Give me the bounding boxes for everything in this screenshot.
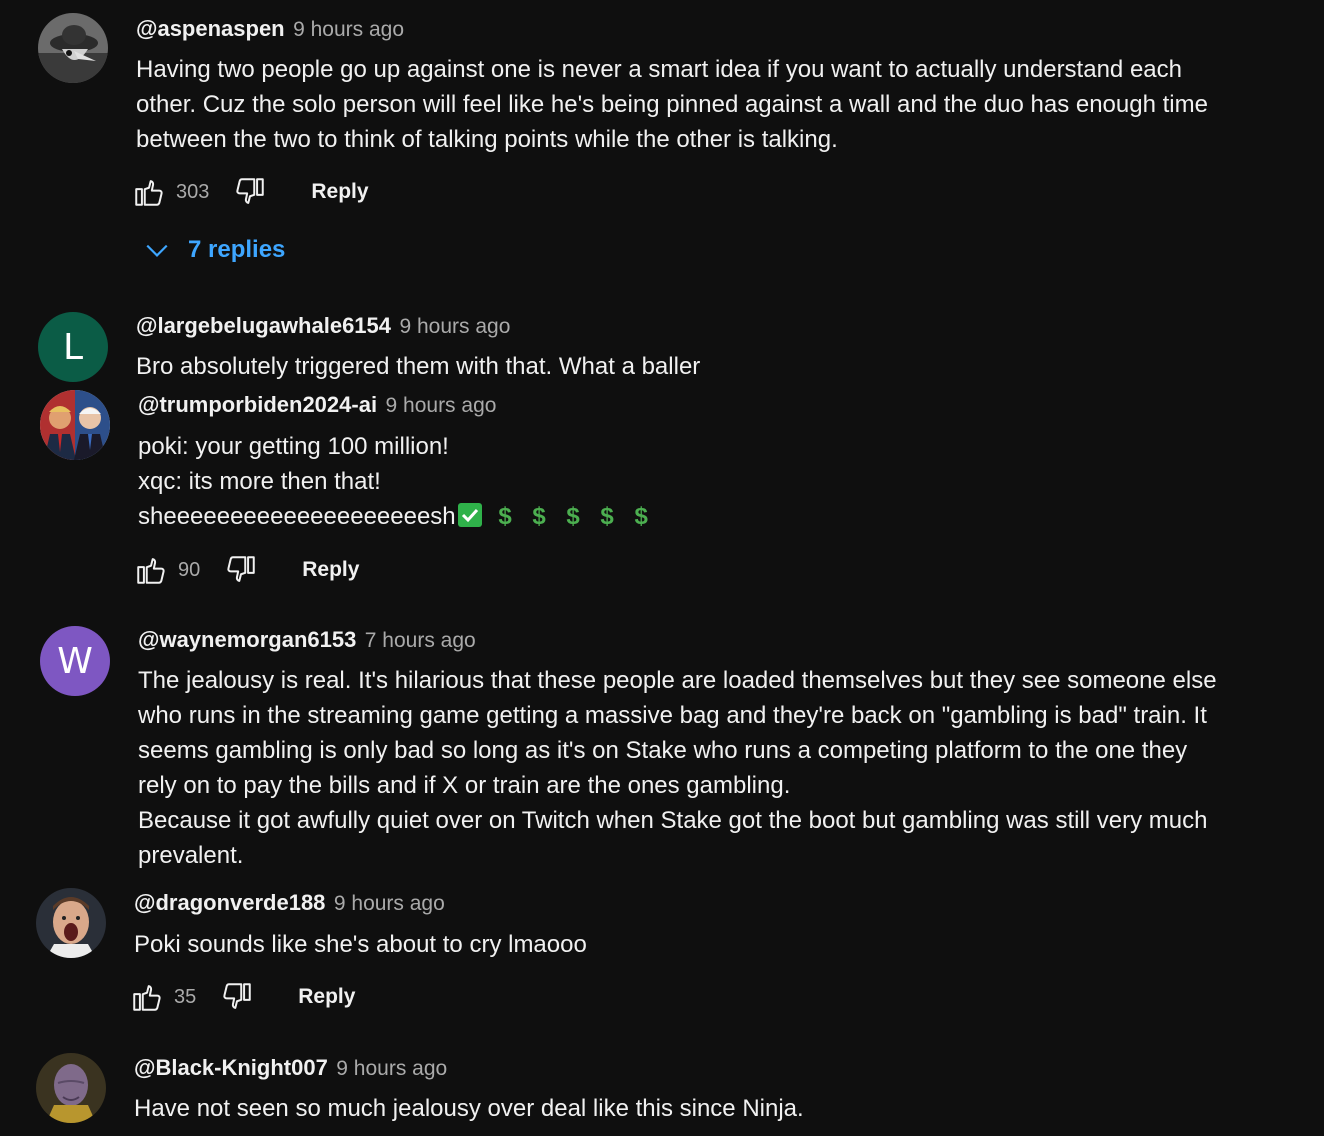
comment-line: xqc: its more then that!: [138, 468, 381, 495]
comment-timestamp[interactable]: 7 hours ago: [365, 629, 476, 652]
comment-timestamp[interactable]: 9 hours ago: [399, 315, 510, 338]
dollar-sign-emoji: $: [600, 503, 614, 530]
comment-text: Poki sounds like she's about to cry lmao…: [134, 927, 587, 962]
dollar-sign-emoji: $: [498, 503, 512, 530]
thumbs-up-icon: [137, 558, 165, 584]
dislike-button[interactable]: [220, 980, 254, 1014]
like-count: 303: [176, 180, 210, 203]
avatar-letter: W: [57, 640, 93, 682]
two-politicians-avatar-icon: [40, 390, 110, 460]
like-button[interactable]: [134, 553, 168, 587]
comment-timestamp[interactable]: 9 hours ago: [386, 394, 497, 417]
reply-button[interactable]: Reply: [298, 985, 355, 1009]
chevron-down-icon: [146, 244, 168, 257]
comment-actions: 90 Reply: [134, 550, 359, 590]
comment-text: The jealousy is real. It's hilarious tha…: [138, 663, 1217, 873]
comment-timestamp[interactable]: 9 hours ago: [336, 1057, 447, 1080]
shouting-man-avatar-icon: [36, 888, 106, 958]
comment-author[interactable]: @Black-Knight007: [134, 1055, 328, 1080]
comment-author[interactable]: @dragonverde188: [134, 890, 325, 915]
comment-line: Have not seen so much jealousy over deal…: [134, 1095, 804, 1122]
like-button[interactable]: [132, 175, 166, 209]
view-replies-button[interactable]: 7 replies: [144, 236, 285, 264]
comment-line: Bro absolutely triggered them with that.…: [136, 353, 701, 380]
thumbs-down-icon: [236, 178, 265, 204]
avatar[interactable]: [38, 13, 108, 83]
reply-button[interactable]: Reply: [302, 558, 359, 582]
comment-text: Have not seen so much jealousy over deal…: [134, 1091, 804, 1126]
masked-figure-avatar-icon: [38, 13, 108, 83]
avatar[interactable]: [40, 390, 110, 460]
comment-author[interactable]: @largebelugawhale6154: [136, 313, 391, 338]
comment-author[interactable]: @trumporbiden2024-ai: [138, 392, 377, 417]
dollar-sign-emoji: $: [532, 503, 546, 530]
comment-line: prevalent.: [138, 842, 244, 869]
comment-timestamp[interactable]: 9 hours ago: [293, 18, 404, 41]
comment-line: poki: your getting 100 million!: [138, 433, 449, 460]
dislike-button[interactable]: [224, 553, 258, 587]
dislike-button[interactable]: [233, 175, 267, 209]
comment-line: between the two to think of talking poin…: [136, 126, 838, 153]
comment-line: sheeeeeeeeeeeeeeeeeeeesh $ $ $ $ $: [138, 499, 648, 534]
comment-line: Because it got awfully quiet over on Twi…: [138, 807, 1208, 834]
replies-count-label: 7 replies: [188, 236, 286, 263]
comment-text: Having two people go up against one is n…: [136, 52, 1208, 157]
comment-text: poki: your getting 100 million! xqc: its…: [138, 429, 648, 534]
avatar[interactable]: [36, 1053, 106, 1123]
comment-line-text: sheeeeeeeeeeeeeeeeeeeesh: [138, 503, 456, 530]
reply-button[interactable]: Reply: [311, 180, 368, 204]
like-count: 35: [174, 985, 197, 1008]
thumbs-down-icon: [223, 983, 251, 1009]
comment-actions: 303 Reply: [132, 172, 369, 212]
comment-actions: 35 Reply: [130, 977, 355, 1017]
thumbs-up-icon: [133, 985, 161, 1011]
comment-line: rely on to pay the bills and if X or tra…: [138, 772, 791, 799]
avatar[interactable]: [36, 888, 106, 958]
like-count: 90: [178, 558, 201, 581]
avatar[interactable]: W: [40, 626, 110, 696]
comment-timestamp[interactable]: 9 hours ago: [334, 892, 445, 915]
comment-author[interactable]: @waynemorgan6153: [138, 627, 356, 652]
comment-line: Poki sounds like she's about to cry lmao…: [134, 931, 587, 958]
comment-line: Having two people go up against one is n…: [136, 56, 1182, 83]
like-button[interactable]: [130, 980, 164, 1014]
check-mark-emoji-icon: [457, 503, 482, 527]
comment-line: The jealousy is real. It's hilarious tha…: [138, 667, 1217, 694]
thanos-avatar-icon: [36, 1053, 106, 1123]
thumbs-up-icon: [135, 180, 163, 206]
comment-text: Bro absolutely triggered them with that.…: [136, 349, 700, 384]
comment-line: other. Cuz the solo person will feel lik…: [136, 91, 1208, 118]
dollar-sign-emoji: $: [634, 503, 648, 530]
comment-line: seems gambling is only bad so long as it…: [138, 737, 1188, 764]
comment-line: who runs in the streaming game getting a…: [138, 702, 1207, 729]
thumbs-down-icon: [227, 556, 255, 582]
comment-author[interactable]: @aspenaspen: [136, 16, 285, 41]
avatar-letter: L: [62, 326, 84, 368]
dollar-sign-emoji: $: [566, 503, 580, 530]
avatar[interactable]: L: [38, 312, 108, 382]
